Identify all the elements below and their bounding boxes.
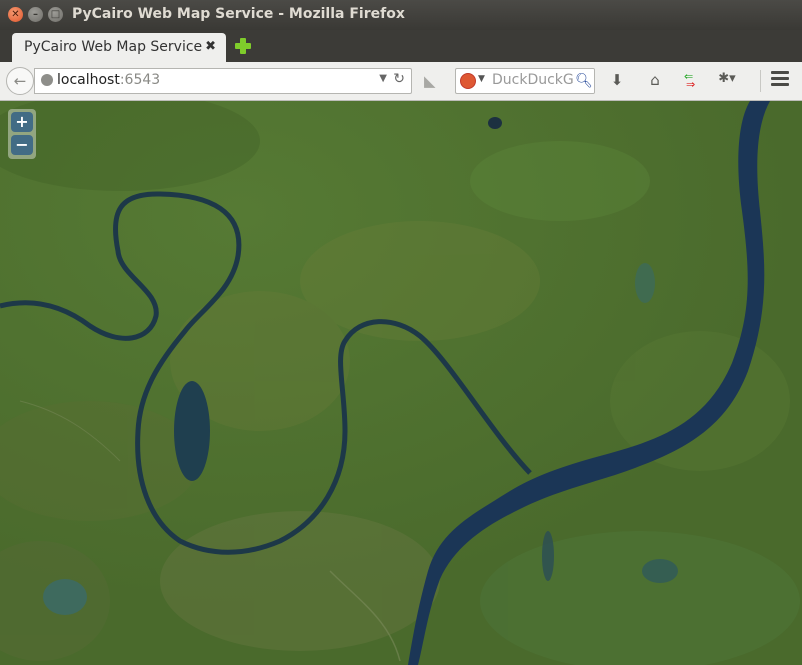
- search-bar[interactable]: ▼ DuckDuckGo 🔍︎: [455, 68, 595, 94]
- tab-active[interactable]: PyCairo Web Map Service ✖: [12, 33, 226, 62]
- search-engine-dropdown-icon[interactable]: ▼: [478, 74, 485, 84]
- zoom-in-button[interactable]: +: [11, 112, 33, 132]
- navigation-toolbar: ← localhost:6543 ▼ ↻ ◣ ▼ DuckDuckGo 🔍︎ ⬇…: [0, 62, 802, 101]
- download-icon[interactable]: ⬇: [606, 71, 628, 89]
- home-icon[interactable]: ⌂: [644, 71, 666, 89]
- window-title: PyCairo Web Map Service - Mozilla Firefo…: [72, 6, 405, 22]
- search-icon[interactable]: 🔍︎: [574, 69, 594, 93]
- window-titlebar: ✕ – □ PyCairo Web Map Service - Mozilla …: [0, 0, 802, 30]
- globe-icon: [41, 74, 53, 86]
- map-view[interactable]: + −: [0, 101, 802, 665]
- tab-close-icon[interactable]: ✖: [205, 39, 216, 54]
- rss-icon[interactable]: ◣: [424, 72, 436, 90]
- address-bar[interactable]: localhost:6543 ▼ ↻: [34, 68, 412, 94]
- addon-icon[interactable]: ✱▾: [716, 71, 738, 86]
- minimize-icon[interactable]: –: [28, 7, 43, 22]
- toolbar-separator: [760, 70, 761, 92]
- reload-icon[interactable]: ↻: [393, 71, 405, 87]
- maximize-icon[interactable]: □: [48, 7, 63, 22]
- url-text[interactable]: localhost:6543: [57, 72, 160, 88]
- close-icon[interactable]: ✕: [8, 7, 23, 22]
- back-icon[interactable]: ←: [6, 67, 34, 95]
- menu-icon[interactable]: [771, 71, 789, 89]
- url-host: localhost: [57, 72, 120, 88]
- satellite-map[interactable]: [0, 101, 802, 665]
- new-tab-icon[interactable]: [234, 37, 252, 55]
- dropdown-icon[interactable]: ▼: [379, 73, 387, 84]
- duckduckgo-icon[interactable]: [460, 73, 476, 89]
- zoom-out-button[interactable]: −: [11, 135, 33, 155]
- zoom-control: + −: [8, 109, 36, 159]
- sync-icon[interactable]: ⇐ ⇒: [682, 71, 702, 90]
- url-port: :6543: [119, 72, 161, 88]
- tab-strip: PyCairo Web Map Service ✖: [0, 30, 802, 62]
- search-input[interactable]: DuckDuckGo: [492, 72, 582, 88]
- tab-title: PyCairo Web Map Service: [24, 39, 203, 55]
